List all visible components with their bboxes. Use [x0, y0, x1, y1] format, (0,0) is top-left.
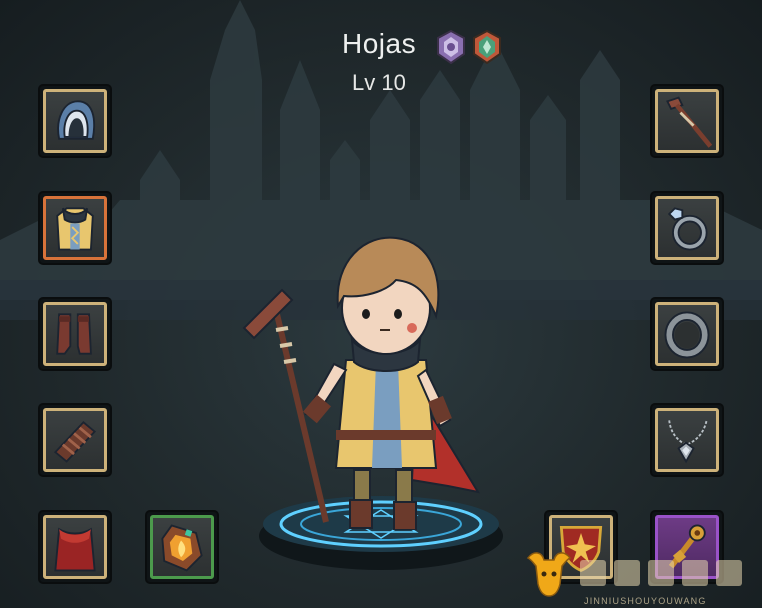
bracer-icon: [53, 420, 97, 463]
robe-icon: [56, 207, 94, 251]
equipment-slot-ring-2[interactable]: [650, 297, 724, 371]
purple-crest-icon[interactable]: [436, 30, 466, 64]
fire-gem-icon: [161, 524, 203, 572]
staff-icon: [666, 96, 713, 148]
watermark-logo: JINNIUSHOUYOUWANG: [526, 552, 742, 606]
equipment-slot-cape[interactable]: [38, 510, 112, 584]
equipment-slot-legs[interactable]: [38, 297, 112, 371]
hood-icon: [57, 100, 96, 140]
boots-icon: [56, 313, 92, 355]
golden-ox-icon: [526, 552, 572, 597]
equipment-slot-ring-1[interactable]: [650, 191, 724, 265]
band-ring-icon: [664, 311, 710, 359]
game-scene: Hojas Lv 10 JINNIUSHOUYOUWANG: [0, 0, 762, 608]
equipment-slot-gem[interactable]: [145, 510, 219, 584]
character-portrait: [242, 236, 481, 530]
equipment-slot-amulet[interactable]: [650, 403, 724, 477]
character-level: Lv 10: [352, 70, 406, 95]
character-header: Hojas Lv 10: [0, 12, 762, 95]
equipment-slot-weapon[interactable]: [650, 84, 724, 158]
cape-icon: [54, 527, 96, 572]
equipment-slot-arm[interactable]: [38, 403, 112, 477]
equipment-slot-body[interactable]: [38, 191, 112, 265]
amulet-icon: [668, 420, 708, 464]
gem-ring-icon: [667, 207, 708, 251]
character-name: Hojas: [342, 28, 417, 59]
green-crest-icon[interactable]: [472, 30, 502, 64]
equipment-slot-head[interactable]: [38, 84, 112, 158]
watermark-text: JINNIUSHOUYOUWANG: [584, 596, 707, 606]
